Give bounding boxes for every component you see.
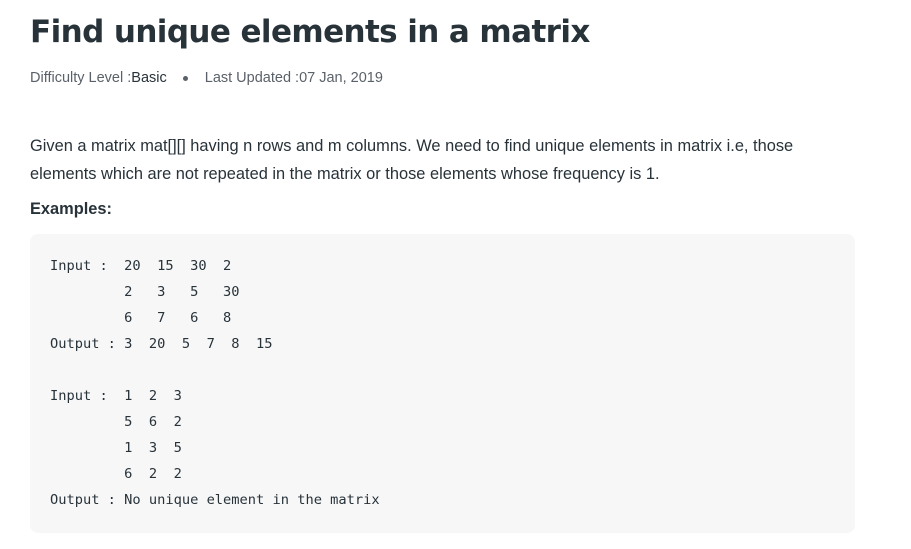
code-line: 2 3 5 30 bbox=[50, 284, 240, 300]
code-lines: Input : 20 15 30 2 2 3 5 30 6 7 6 8 Outp… bbox=[50, 256, 380, 516]
difficulty-level-link[interactable]: Basic bbox=[131, 70, 166, 86]
difficulty-label: Difficulty Level : bbox=[30, 70, 132, 86]
code-block: Input : 20 15 30 2 2 3 5 30 6 7 6 8 Outp… bbox=[30, 234, 855, 533]
code-line: Output : No unique element in the matrix bbox=[50, 492, 380, 508]
article-meta: Difficulty Level : Basic Last Updated : … bbox=[30, 70, 383, 86]
code-line: 1 3 5 bbox=[50, 440, 182, 456]
last-updated-date: 07 Jan, 2019 bbox=[299, 70, 383, 86]
separator-dot-icon bbox=[182, 75, 188, 81]
code-line: Input : 1 2 3 bbox=[50, 388, 182, 404]
code-line: 6 2 2 bbox=[50, 466, 182, 482]
last-updated-label: Last Updated : bbox=[204, 70, 300, 86]
code-line: 5 6 2 bbox=[50, 414, 182, 430]
article-description: Given a matrix mat[][] having n rows and… bbox=[30, 137, 794, 183]
code-line: Output : 3 20 5 7 8 15 bbox=[50, 336, 273, 352]
code-line: 6 7 6 8 bbox=[50, 310, 232, 326]
code-line: Input : 20 15 30 2 bbox=[50, 258, 232, 274]
article-title: Find unique elements in a matrix bbox=[30, 14, 590, 50]
examples-heading: Examples: bbox=[30, 200, 112, 218]
